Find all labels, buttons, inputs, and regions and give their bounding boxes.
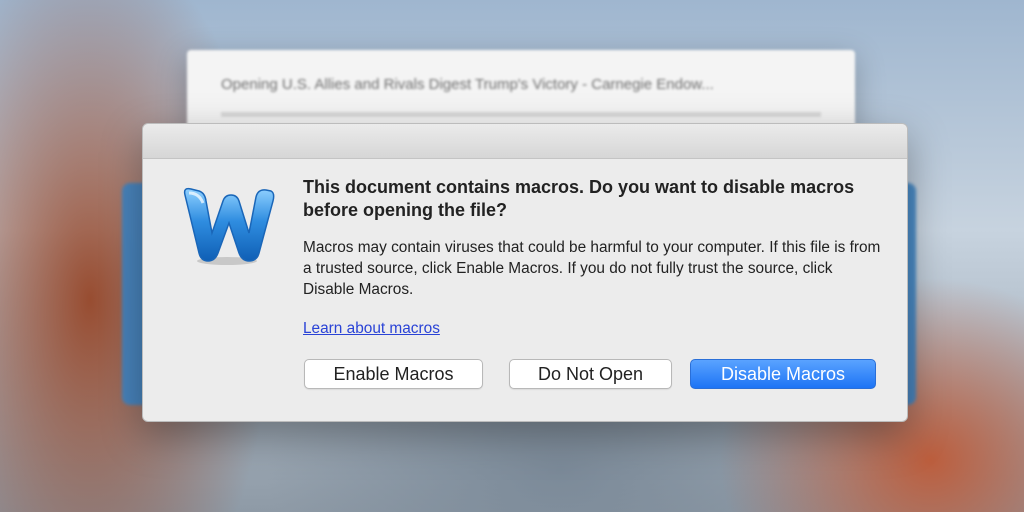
do-not-open-button[interactable]: Do Not Open: [509, 359, 672, 389]
background-window-title: Opening U.S. Allies and Rivals Digest Tr…: [221, 76, 714, 93]
enable-macros-button[interactable]: Enable Macros: [304, 359, 483, 389]
background-window-progress: [221, 112, 821, 117]
dialog-heading: This document contains macros. Do you wa…: [303, 177, 855, 220]
disable-macros-button[interactable]: Disable Macros: [690, 359, 876, 389]
word-app-icon: [183, 187, 275, 265]
dialog-message: Macros may contain viruses that could be…: [303, 239, 881, 298]
learn-about-macros-link[interactable]: Learn about macros: [303, 320, 440, 338]
macro-warning-dialog: This document contains macros. Do you wa…: [142, 123, 908, 422]
dialog-titlebar: [143, 124, 907, 159]
